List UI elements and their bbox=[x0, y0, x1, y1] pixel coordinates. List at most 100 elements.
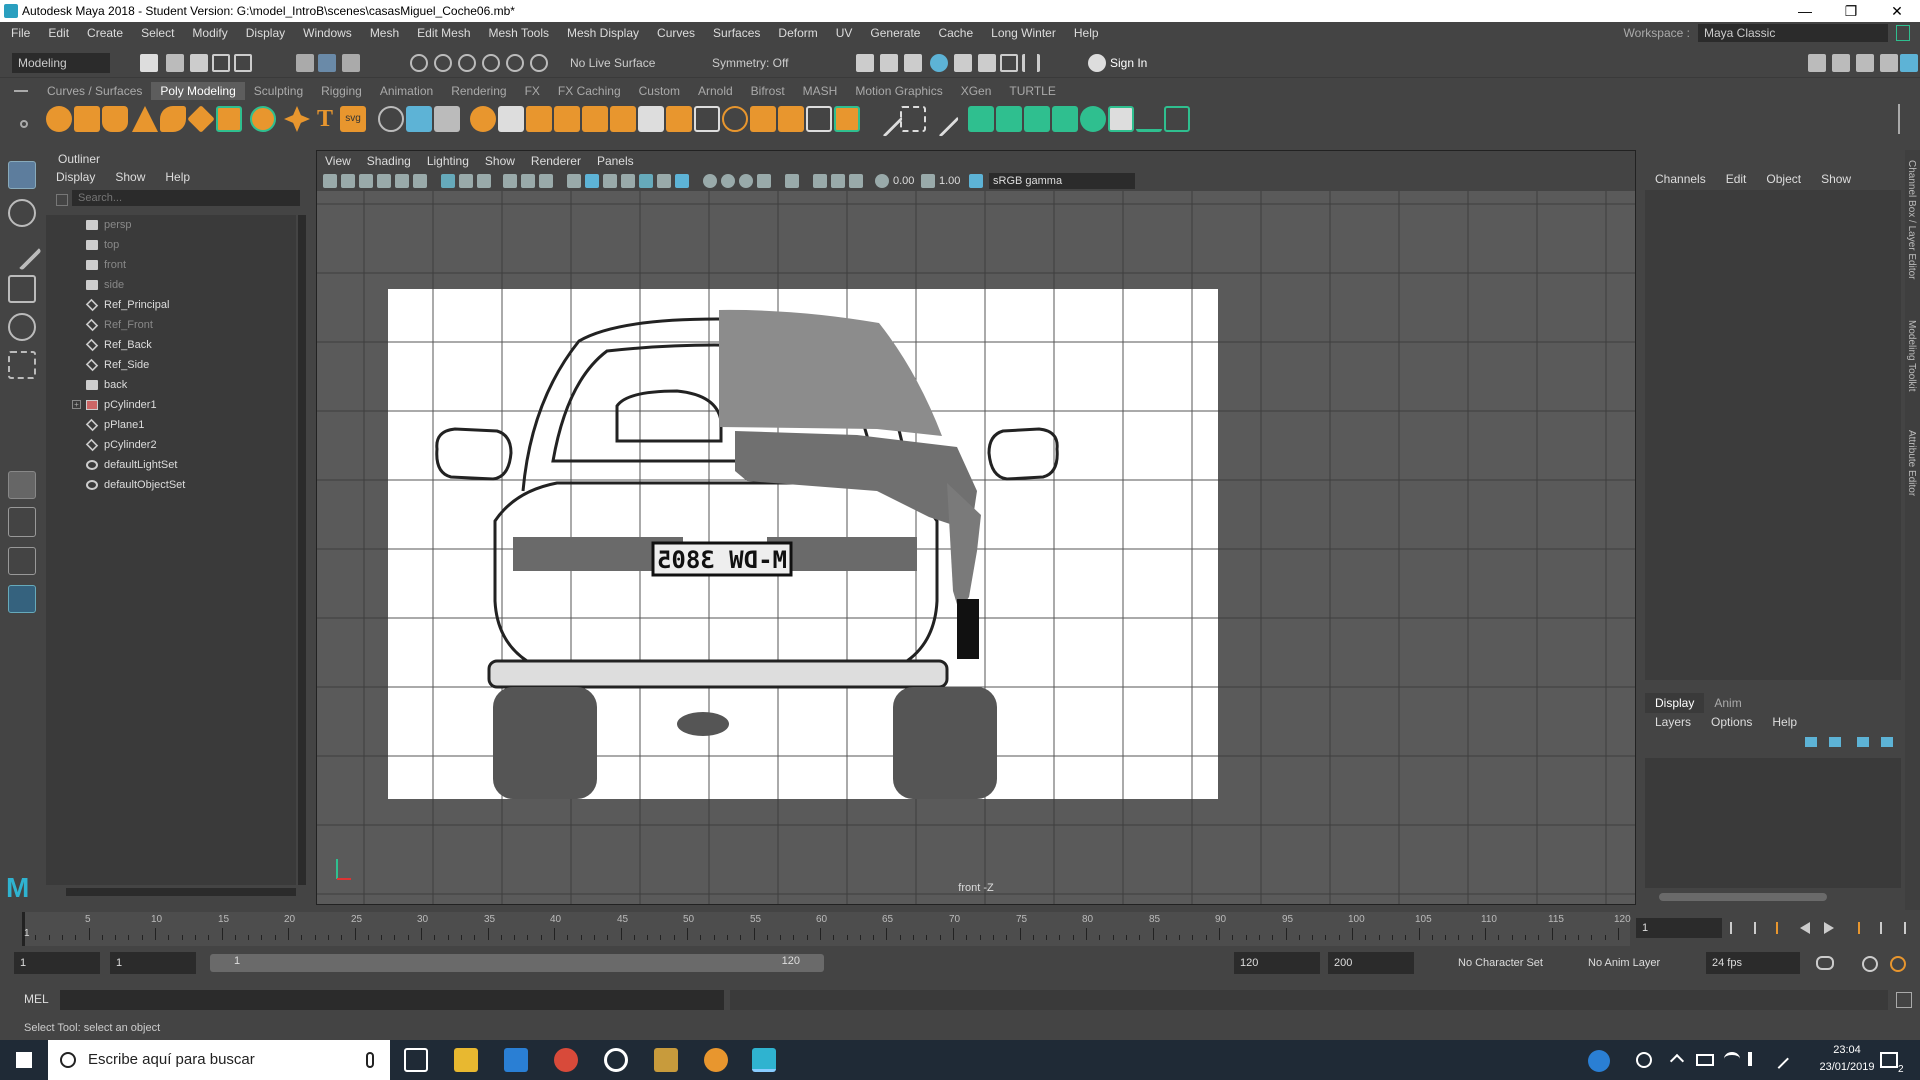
volume-icon[interactable] bbox=[1748, 1052, 1762, 1066]
uv-cut-icon[interactable] bbox=[1136, 106, 1162, 132]
combine-icon[interactable] bbox=[378, 106, 404, 132]
uv-automatic-icon[interactable] bbox=[1052, 106, 1078, 132]
film-gate-icon[interactable] bbox=[459, 174, 473, 188]
menu-windows[interactable]: Windows bbox=[294, 22, 361, 44]
hypershade-icon[interactable] bbox=[954, 54, 972, 72]
separate-icon[interactable] bbox=[406, 106, 432, 132]
light-editor-icon[interactable] bbox=[1000, 54, 1018, 72]
outliner-item[interactable]: + pCylinder1 bbox=[46, 395, 296, 415]
side-tab-attribute-editor[interactable]: Attribute Editor bbox=[1906, 430, 1917, 496]
move-layer-down-icon[interactable] bbox=[1829, 737, 1841, 747]
layer-editor-tab-display[interactable]: Display bbox=[1645, 693, 1705, 713]
menu-long-winter[interactable]: Long Winter bbox=[982, 22, 1065, 44]
playback-end-field[interactable]: 120 bbox=[1234, 952, 1320, 974]
camera-select-icon[interactable] bbox=[323, 174, 337, 188]
symmetry-dropdown[interactable]: Symmetry: Off bbox=[706, 53, 806, 73]
viewport-menu-show[interactable]: Show bbox=[477, 151, 523, 171]
outliner-menu-show[interactable]: Show bbox=[105, 168, 155, 186]
gamma-field[interactable]: 1.00 bbox=[939, 173, 960, 189]
move-tool-icon[interactable] bbox=[8, 275, 36, 303]
use-all-lights-icon[interactable] bbox=[657, 174, 671, 188]
side-tab-channel-box[interactable]: Channel Box / Layer Editor bbox=[1906, 160, 1917, 280]
connect-icon[interactable] bbox=[922, 100, 960, 138]
single-perspective-layout-icon[interactable] bbox=[8, 471, 36, 499]
gamma-icon[interactable] bbox=[921, 174, 935, 188]
boolean-difference-icon[interactable] bbox=[778, 106, 804, 132]
field-chart-icon[interactable] bbox=[521, 174, 535, 188]
outliner-item[interactable]: Ref_Back bbox=[46, 335, 296, 355]
playback-start-field[interactable]: 1 bbox=[110, 952, 196, 974]
grid-icon[interactable] bbox=[441, 174, 455, 188]
menu-create[interactable]: Create bbox=[78, 22, 132, 44]
pause-icon[interactable] bbox=[1022, 54, 1040, 72]
outliner-item[interactable]: defaultLightSet bbox=[46, 455, 296, 475]
new-layer-icon[interactable] bbox=[1857, 737, 1869, 747]
menu-deform[interactable]: Deform bbox=[769, 22, 826, 44]
sketchbook-icon[interactable] bbox=[654, 1048, 678, 1072]
poly-superellipse-icon[interactable] bbox=[284, 106, 310, 132]
render-settings-icon[interactable] bbox=[930, 54, 948, 72]
shelf-tab-curves-surfaces[interactable]: Curves / Surfaces bbox=[38, 82, 151, 100]
menu-edit[interactable]: Edit bbox=[39, 22, 78, 44]
layer-editor-menu-help[interactable]: Help bbox=[1762, 713, 1807, 731]
bridge-icon[interactable] bbox=[498, 106, 524, 132]
current-frame-field[interactable]: 1 bbox=[1636, 918, 1722, 938]
outliner-h-scrollbar[interactable] bbox=[66, 888, 296, 896]
close-button[interactable]: ✕ bbox=[1874, 0, 1920, 22]
time-slider-track[interactable]: 5 10 15 20 25 30 35 40 45 50 55 60 65 70 75 80 85 90 95 100… bbox=[22, 912, 1631, 946]
windows-start-icon[interactable] bbox=[16, 1052, 32, 1068]
triangulate-icon[interactable] bbox=[834, 106, 860, 132]
svg-tool-icon[interactable]: svg bbox=[340, 106, 366, 132]
viewport-canvas[interactable]: M-DW 3805 front -Z bbox=[317, 191, 1635, 904]
uv-spherical-icon[interactable] bbox=[1024, 106, 1050, 132]
poly-cylinder-icon[interactable] bbox=[102, 106, 128, 132]
menu-cache[interactable]: Cache bbox=[929, 22, 982, 44]
shelf-tab-poly-modeling[interactable]: Poly Modeling bbox=[151, 82, 245, 100]
shelf-tab-rigging[interactable]: Rigging bbox=[312, 82, 371, 100]
snap-view-icon[interactable] bbox=[482, 54, 500, 72]
command-language-label[interactable]: MEL bbox=[24, 992, 49, 1006]
action-center-icon[interactable] bbox=[1880, 1052, 1898, 1068]
bookmark-icon[interactable] bbox=[359, 174, 373, 188]
shelf-tab-mash[interactable]: MASH bbox=[794, 82, 847, 100]
default-material-icon[interactable] bbox=[603, 174, 617, 188]
character-set-dropdown[interactable]: No Character Set bbox=[1452, 952, 1570, 974]
task-view-icon[interactable] bbox=[404, 1048, 428, 1072]
file-explorer-icon[interactable] bbox=[454, 1048, 478, 1072]
anim-layer-dropdown[interactable]: No Anim Layer bbox=[1582, 952, 1686, 974]
menu-mesh-display[interactable]: Mesh Display bbox=[558, 22, 648, 44]
shelf-tab-rendering[interactable]: Rendering bbox=[442, 82, 515, 100]
snap-grid-icon[interactable] bbox=[410, 54, 428, 72]
side-tab-modeling-toolkit[interactable]: Modeling Toolkit bbox=[1906, 320, 1917, 392]
platonic-solid-icon[interactable] bbox=[250, 106, 276, 132]
safe-action-icon[interactable] bbox=[539, 174, 553, 188]
outliner-item[interactable]: back bbox=[46, 375, 296, 395]
viewport-menu-lighting[interactable]: Lighting bbox=[419, 151, 477, 171]
layer-editor-h-scrollbar[interactable] bbox=[1659, 893, 1827, 901]
restore-button[interactable]: ❐ bbox=[1828, 0, 1874, 22]
outliner-menu-help[interactable]: Help bbox=[155, 168, 200, 186]
poly-sphere-icon[interactable] bbox=[46, 106, 72, 132]
people-icon[interactable] bbox=[1636, 1052, 1652, 1068]
uv-cylindrical-icon[interactable] bbox=[996, 106, 1022, 132]
new-layer-selected-icon[interactable] bbox=[1881, 737, 1893, 747]
shelf-tab-xgen[interactable]: XGen bbox=[952, 82, 1001, 100]
menu-uv[interactable]: UV bbox=[827, 22, 862, 44]
render-setup-icon[interactable] bbox=[978, 54, 996, 72]
shelf-tab-fx-caching[interactable]: FX Caching bbox=[549, 82, 630, 100]
smooth-icon[interactable] bbox=[434, 106, 460, 132]
poly-cube-icon[interactable] bbox=[74, 106, 100, 132]
move-layer-up-icon[interactable] bbox=[1805, 737, 1817, 747]
gate-mask-icon[interactable] bbox=[503, 174, 517, 188]
animation-preferences-icon[interactable] bbox=[1890, 956, 1906, 972]
view-transform-dropdown[interactable]: sRGB gamma bbox=[989, 173, 1135, 189]
outliner-menu-display[interactable]: Display bbox=[46, 168, 105, 186]
lasso-tool-icon[interactable] bbox=[8, 199, 36, 227]
viewport-menu-renderer[interactable]: Renderer bbox=[523, 151, 589, 171]
poly-torus-icon[interactable] bbox=[160, 106, 186, 132]
collapse-icon[interactable] bbox=[638, 106, 664, 132]
scene-end-field[interactable]: 200 bbox=[1328, 952, 1414, 974]
expand-icon[interactable]: + bbox=[72, 400, 81, 409]
merge-icon[interactable] bbox=[610, 106, 636, 132]
reduce-icon[interactable] bbox=[806, 106, 832, 132]
